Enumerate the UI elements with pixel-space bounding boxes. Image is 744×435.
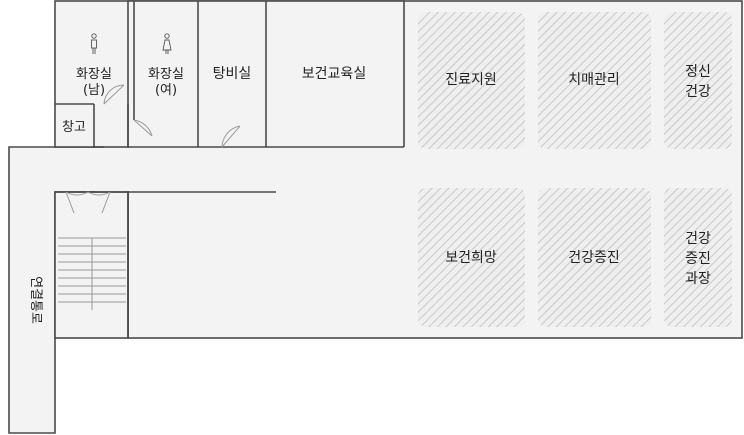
corridor-join-fill xyxy=(10,148,57,191)
restroom-men-sub: (남) xyxy=(83,83,105,98)
zone-label: 과장 xyxy=(685,271,711,287)
water-room-label: 탕비실 xyxy=(213,66,252,82)
health-education-label: 보건교육실 xyxy=(302,66,366,82)
restroom-women-label: 화장실 xyxy=(148,67,184,82)
corridor-label: 연결통로 xyxy=(28,276,43,324)
zone-label: 건강증진 xyxy=(568,250,620,266)
restroom-women-sub: (여) xyxy=(155,83,177,98)
zone-label: 치매관리 xyxy=(568,72,620,88)
zone-label: 보건희망 xyxy=(445,250,497,266)
restroom-men-label: 화장실 xyxy=(76,67,112,82)
floor-plan: 화장실 (남) 화장실 (여) 창고 탕비실 보건교육실 연결통로 진료지원 치… xyxy=(8,0,743,434)
zone-label: 건강 xyxy=(685,231,711,247)
hall-fill xyxy=(56,148,129,191)
zone-label: 증진 xyxy=(685,251,711,267)
zone-label: 진료지원 xyxy=(445,72,497,88)
zone-3 xyxy=(664,12,732,149)
zone-label: 정신 xyxy=(685,64,711,80)
zone-label: 건강 xyxy=(685,84,711,100)
storage-label: 창고 xyxy=(62,120,86,135)
